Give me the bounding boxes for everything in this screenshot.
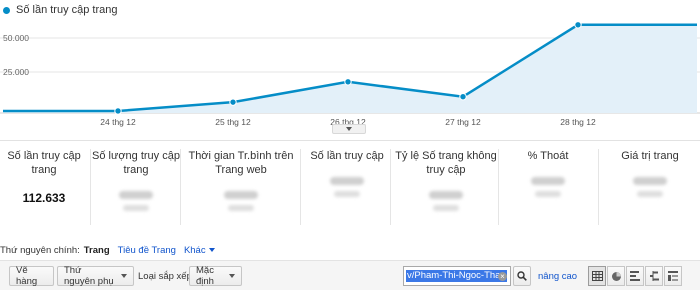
sort-type-value: Mặc định xyxy=(196,265,214,287)
y-tick-label: 50.000 xyxy=(3,33,29,43)
search-button[interactable] xyxy=(513,266,531,286)
sort-type-dropdown[interactable]: Mặc định xyxy=(189,265,242,287)
metric-value: 112.633 xyxy=(22,191,66,205)
metric-value-redacted xyxy=(224,191,258,199)
metric-value-redacted xyxy=(119,191,153,199)
metric-card: Số lần truy cập trang 112.633 xyxy=(0,149,88,227)
metric-separator xyxy=(180,149,181,225)
data-point[interactable] xyxy=(229,98,237,106)
clear-icon[interactable]: × xyxy=(498,272,507,281)
dimension-page-title-link[interactable]: Tiêu đề Trang xyxy=(118,245,176,256)
metric-label: % Thoát xyxy=(527,150,569,162)
table-filter-input[interactable]: v/Pham-Thi-Ngoc-Thao × xyxy=(403,266,511,286)
visits-chart: 50.00025.000 24 thg 12 25 thg 12 26 thg 12… xyxy=(0,21,700,127)
metric-card: % Thoát xyxy=(500,149,596,227)
metric-card: Số lượng truy cập trang xyxy=(92,149,180,227)
metric-value-redacted xyxy=(633,177,667,185)
metric-subvalue-redacted xyxy=(228,205,254,211)
secondary-dimension-label: Thứ nguyên phụ xyxy=(64,265,114,287)
metric-value-redacted xyxy=(429,191,463,199)
metric-card: Thời gian Tr.bình trên Trang web xyxy=(182,149,300,227)
comparison-view-button[interactable] xyxy=(645,266,663,286)
table-view-button[interactable] xyxy=(588,266,606,286)
search-icon xyxy=(517,271,527,281)
pivot-view-icon xyxy=(667,271,678,281)
metric-subvalue-redacted xyxy=(535,191,561,197)
x-tick-label: 27 thg 12 xyxy=(445,117,481,127)
metric-value-redacted xyxy=(531,177,565,185)
filter-input-value: v/Pham-Thi-Ngoc-Thao xyxy=(406,270,507,282)
secondary-dimension-dropdown[interactable]: Thứ nguyên phụ xyxy=(57,265,134,287)
pie-view-button[interactable] xyxy=(607,266,625,286)
performance-view-button[interactable] xyxy=(626,266,644,286)
metrics-summary: Số lần truy cập trang 112.633 Số lượng tru… xyxy=(0,140,700,230)
data-point[interactable] xyxy=(344,78,352,86)
plot-rows-button[interactable]: Vẽ hàng xyxy=(9,265,54,287)
metric-label: Số lượng truy cập trang xyxy=(92,150,180,176)
metric-label: Thời gian Tr.bình trên Trang web xyxy=(188,150,294,176)
pivot-view-button[interactable] xyxy=(664,266,682,286)
metric-subvalue-redacted xyxy=(637,191,663,197)
legend-dot-icon xyxy=(3,6,10,14)
sort-type-label: Loại sắp xếp: xyxy=(138,271,195,282)
y-tick-label: 25.000 xyxy=(3,67,29,77)
table-toolbar: Vẽ hàng Thứ nguyên phụ Loại sắp xếp: Mặc… xyxy=(0,260,700,290)
primary-dimension-label: Thứ nguyên chính: xyxy=(0,244,80,256)
chevron-down-icon xyxy=(208,247,215,252)
metric-separator xyxy=(390,149,391,225)
legend-label: Số lần truy cập trang xyxy=(16,4,118,16)
metric-separator xyxy=(90,149,91,225)
pie-view-icon xyxy=(611,271,621,281)
data-point[interactable] xyxy=(459,93,467,101)
chart-legend: Số lần truy cập trang xyxy=(3,2,118,18)
metric-subvalue-redacted xyxy=(334,191,360,197)
x-tick-label: 28 thg 12 xyxy=(560,117,596,127)
chevron-down-icon xyxy=(346,127,352,131)
metric-card: Số lần truy cập xyxy=(302,149,392,227)
chevron-down-icon xyxy=(229,274,235,278)
dimension-page-active[interactable]: Trang xyxy=(84,245,110,256)
metric-subvalue-redacted xyxy=(433,205,459,211)
data-point[interactable] xyxy=(114,107,122,115)
data-point[interactable] xyxy=(574,21,582,29)
metric-value-redacted xyxy=(330,177,364,185)
x-tick-label: 25 thg 12 xyxy=(215,117,251,127)
primary-dimension-bar: Thứ nguyên chính: Trang Tiêu đề Trang Kh… xyxy=(0,242,223,258)
advanced-filter-link[interactable]: nâng cao xyxy=(538,271,577,282)
metric-separator xyxy=(598,149,599,225)
metric-label: Tỷ lệ Số trang không truy cập xyxy=(395,150,497,176)
metric-label: Giá trị trang xyxy=(621,150,679,162)
chevron-down-icon xyxy=(121,274,127,278)
comparison-view-icon xyxy=(649,271,659,281)
metric-label: Số lần truy cập xyxy=(310,150,384,162)
metric-label: Số lần truy cập trang xyxy=(7,150,81,176)
dimension-other-dropdown[interactable]: Khác xyxy=(184,245,215,256)
chart-collapse-toggle[interactable] xyxy=(332,124,366,134)
plot-rows-label: Vẽ hàng xyxy=(16,265,38,287)
metric-card: Giá trị trang xyxy=(600,149,700,227)
metric-separator xyxy=(498,149,499,225)
x-tick-label: 24 thg 12 xyxy=(100,117,136,127)
metric-card: Tỷ lệ Số trang không truy cập xyxy=(392,149,500,227)
metric-separator xyxy=(300,149,301,225)
table-view-icon xyxy=(591,271,603,281)
performance-view-icon xyxy=(629,271,640,281)
metric-subvalue-redacted xyxy=(123,205,149,211)
dimension-other-label: Khác xyxy=(183,244,206,256)
